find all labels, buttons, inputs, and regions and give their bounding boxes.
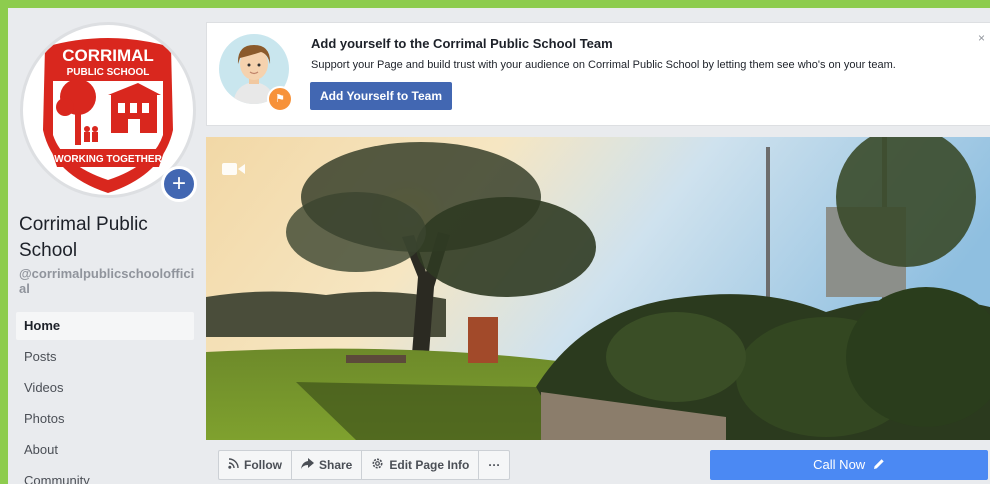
nav-item-videos[interactable]: Videos [16,374,194,402]
follow-label: Follow [244,458,282,472]
share-arrow-icon [301,458,314,472]
page-container: CORRIMAL PUBLIC SCHOOL WORKING TOGETHER … [8,8,990,484]
banner-title: Add yourself to the Corrimal Public Scho… [311,36,613,51]
page-handle[interactable]: @corrimalpublicschoolofficial [19,266,199,296]
share-button[interactable]: Share [291,450,363,480]
more-dots-icon: ··· [488,458,501,472]
cover-photo-image [206,137,990,440]
cover-photo[interactable] [206,137,990,440]
edit-page-info-button[interactable]: Edit Page Info [361,450,480,480]
page-action-bar: Follow Share Edit Page Info ··· [218,450,511,480]
page-name: Corrimal Public School [19,214,148,261]
nav-item-about[interactable]: About [16,436,194,464]
nav-item-photos[interactable]: Photos [16,405,194,433]
team-banner: ⚑ Add yourself to the Corrimal Public Sc… [206,22,990,126]
logo-top-text: CORRIMAL [62,46,154,65]
logo-sub-text: PUBLIC SCHOOL [67,67,150,78]
flag-badge-icon: ⚑ [267,86,293,112]
more-options-button[interactable]: ··· [478,450,511,480]
follow-button[interactable]: Follow [218,450,292,480]
video-camera-icon[interactable] [222,161,246,177]
nav-item-home[interactable]: Home [16,312,194,340]
edit-page-info-label: Edit Page Info [389,458,470,472]
logo-ribbon-text: WORKING TOGETHER [54,154,162,165]
nav-item-posts[interactable]: Posts [16,343,194,371]
profile-picture-wrap: CORRIMAL PUBLIC SCHOOL WORKING TOGETHER … [20,22,197,202]
rss-icon [228,458,239,472]
add-yourself-to-team-button[interactable]: Add Yourself to Team [310,82,453,110]
nav-item-community[interactable]: Community [16,467,194,484]
share-label: Share [319,458,353,472]
close-icon[interactable]: × [978,31,985,45]
add-profile-photo-plus-icon[interactable]: + [161,166,197,202]
call-now-label: Call Now [813,457,866,472]
pencil-icon [869,457,885,472]
gear-icon [371,457,384,473]
banner-text: Support your Page and build trust with y… [311,59,896,71]
page-nav: Home Posts Videos Photos About Community [16,312,194,484]
call-now-button[interactable]: Call Now [710,450,988,480]
